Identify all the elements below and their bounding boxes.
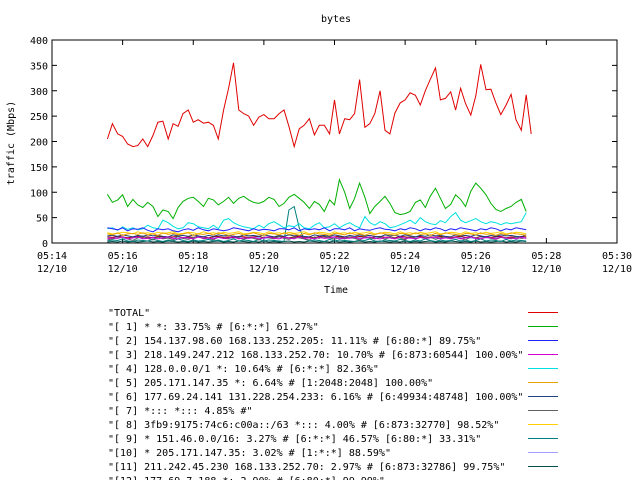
x-tick-date: 12/10 bbox=[531, 264, 561, 275]
x-tick-label: 05:16 bbox=[108, 251, 138, 262]
y-tick-label: 250 bbox=[30, 112, 48, 123]
y-axis: 0 50 100 150 200 250 300 350 400 bbox=[30, 36, 617, 250]
x-tick-label: 05:20 bbox=[249, 251, 279, 262]
x-tick-label: 05:24 bbox=[390, 251, 420, 262]
legend-label: "[ 5] 205.171.147.35 *: 6.64% # [1:2048:… bbox=[108, 378, 433, 389]
x-tick-date: 12/10 bbox=[390, 264, 420, 275]
x-tick-date: 12/10 bbox=[461, 264, 491, 275]
y-tick-label: 0 bbox=[42, 239, 48, 250]
x-tick-label: 05:18 bbox=[178, 251, 208, 262]
series-line-11 bbox=[107, 240, 527, 243]
legend-label: "[10] * 205.171.147.35: 3.02% # [1:*:*] … bbox=[108, 448, 391, 459]
x-tick-label: 05:14 bbox=[37, 251, 67, 262]
x-tick-date: 12/10 bbox=[108, 264, 138, 275]
series-line-0 bbox=[106, 62, 532, 149]
x-tick-label: 05:30 bbox=[602, 251, 632, 262]
x-tick-date: 12/10 bbox=[37, 264, 67, 275]
x-tick-label: 05:22 bbox=[319, 251, 349, 262]
series-lines bbox=[106, 62, 532, 243]
legend-label: "[11] 211.242.45.230 168.133.252.70: 2.9… bbox=[108, 462, 505, 473]
y-tick-label: 200 bbox=[30, 138, 48, 149]
y-tick-label: 50 bbox=[36, 214, 48, 225]
x-tick-date: 12/10 bbox=[249, 264, 279, 275]
legend-label: "[ 2] 154.137.98.60 168.133.252.205: 11.… bbox=[108, 336, 481, 347]
series-line-1 bbox=[106, 177, 527, 220]
chart: bytes traffic (Mbps) Time 0 50 100 150 200 25… bbox=[6, 14, 632, 480]
legend-label: "[ 4] 128.0.0.0/1 *: 10.64% # [6:*:*] 82… bbox=[108, 364, 379, 375]
plot-frame bbox=[51, 39, 618, 244]
chart-title: bytes bbox=[321, 14, 351, 25]
legend-label: "[ 9] * 151.46.0.0/16: 3.27% # [6:*:*] 4… bbox=[108, 434, 481, 445]
legend-label: "TOTAL" bbox=[108, 308, 150, 319]
y-tick-label: 100 bbox=[30, 188, 48, 199]
legend-label: "[ 8] 3fb9:9175:74c6:c00a::/63 *::: 4.00… bbox=[108, 420, 499, 431]
x-tick-label: 05:26 bbox=[461, 251, 491, 262]
x-tick-date: 12/10 bbox=[178, 264, 208, 275]
legend-label: "[ 3] 218.149.247.212 168.133.252.70: 10… bbox=[108, 350, 523, 361]
legend: "TOTAL" "[ 1] * *: 33.75% # [6:*:*] 61.27… bbox=[108, 308, 558, 480]
y-tick-label: 300 bbox=[30, 87, 48, 98]
x-tick-date: 12/10 bbox=[319, 264, 349, 275]
x-axis-label: Time bbox=[324, 285, 348, 296]
legend-label: "[ 6] 177.69.24.141 131.228.254.233: 6.1… bbox=[108, 392, 523, 403]
x-tick-label: 05:28 bbox=[531, 251, 561, 262]
legend-label: "[12] 177.69.7.188 *: 2.90% # [6:80:*] 9… bbox=[108, 476, 385, 480]
x-tick-date: 12/10 bbox=[602, 264, 632, 275]
y-axis-label: traffic (Mbps) bbox=[6, 101, 17, 185]
y-tick-label: 150 bbox=[30, 163, 48, 174]
series-line-2 bbox=[107, 227, 527, 233]
y-tick-label: 350 bbox=[30, 61, 48, 72]
y-tick-label: 400 bbox=[30, 36, 48, 47]
legend-label: "[ 1] * *: 33.75% # [6:*:*] 61.27%" bbox=[108, 322, 319, 333]
legend-label: "[ 7] *::: *::: 4.85% #" bbox=[108, 406, 253, 417]
